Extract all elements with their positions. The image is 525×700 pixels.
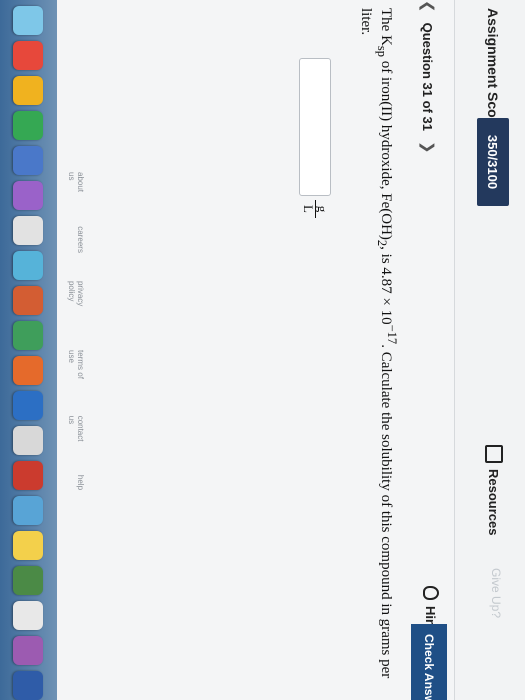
dock-app-icon[interactable]: [13, 601, 44, 630]
dock-app-icon[interactable]: [13, 41, 44, 70]
footer-link-terms[interactable]: terms of use: [67, 350, 85, 388]
dock-app-icon[interactable]: [13, 321, 44, 350]
footer-link-contact[interactable]: contact us: [67, 416, 85, 447]
footer-link-careers[interactable]: careers: [67, 226, 85, 253]
lightbulb-icon: [423, 586, 439, 600]
dock-app-icon[interactable]: [13, 636, 44, 665]
chevron-left-icon[interactable]: ❮: [419, 0, 437, 13]
dock-app-icon[interactable]: [13, 181, 44, 210]
question-navigation: ❮ Question 31 of 31 ❯: [413, 0, 443, 154]
dock-app-icon[interactable]: [13, 216, 44, 245]
assignment-score-badge: 350/3100: [477, 118, 509, 206]
dock-app-icon[interactable]: [13, 6, 44, 35]
footer-link-about[interactable]: about us: [67, 172, 85, 198]
footer-links: about us careers privacy policy terms of…: [67, 0, 85, 490]
dock-app-icon[interactable]: [13, 391, 44, 420]
dock-app-icon[interactable]: [13, 496, 44, 525]
resources-button[interactable]: Resources: [485, 445, 503, 535]
dock-app-icon[interactable]: [13, 671, 44, 700]
unit-label: g L: [301, 200, 330, 218]
give-up-button[interactable]: Give Up?: [489, 568, 503, 618]
question-counter: Question 31 of 31: [420, 22, 436, 131]
assignment-header: Assignment Score: 350/3100 Resources Giv…: [454, 0, 525, 700]
browser-page: Assignment Score: 350/3100 Resources Giv…: [0, 0, 525, 700]
dock-app-icon[interactable]: [13, 426, 44, 455]
dock-app-icon[interactable]: [13, 531, 44, 560]
footer-link-privacy[interactable]: privacy policy: [67, 281, 85, 322]
solubility-answer-input[interactable]: [299, 58, 331, 196]
dock-app-icon[interactable]: [13, 111, 44, 140]
dock-app-icon[interactable]: [13, 566, 44, 595]
resources-label: Resources: [486, 469, 502, 536]
resources-icon: [485, 445, 503, 463]
footer-link-help[interactable]: help: [67, 475, 85, 490]
check-answer-button[interactable]: Check Answ: [411, 624, 447, 700]
dock-app-icon[interactable]: [13, 356, 44, 385]
dock-app-icon[interactable]: [13, 76, 44, 105]
dock-app-icon[interactable]: [13, 146, 44, 175]
dock-app-icon[interactable]: [13, 461, 44, 490]
question-text: The Ksp of iron(II) hydroxide, Fe(OH)2, …: [358, 8, 399, 679]
dock-taskbar: [0, 0, 57, 700]
dock-app-icon[interactable]: [13, 251, 44, 280]
chevron-right-icon[interactable]: ❯: [419, 141, 437, 154]
assignment-score-label: Assignment Score:: [485, 8, 501, 136]
dock-app-icon[interactable]: [13, 286, 44, 315]
